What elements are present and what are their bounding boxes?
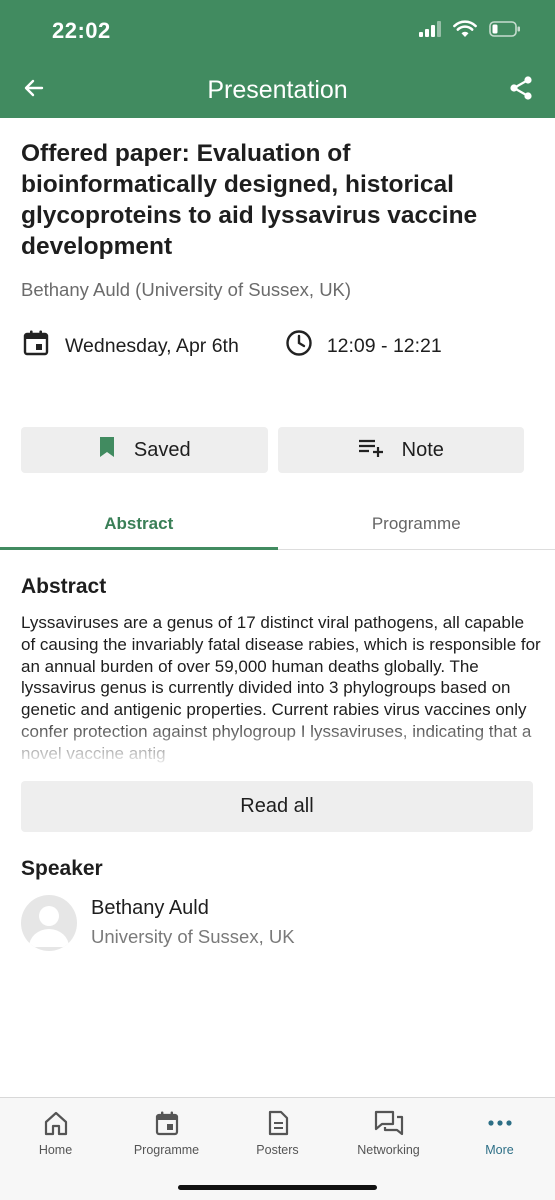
more-icon [487, 1110, 513, 1143]
calendar-icon [154, 1110, 180, 1143]
nav-programme-label: Programme [133, 1143, 200, 1157]
home-indicator[interactable] [178, 1185, 377, 1190]
saved-label: Saved [133, 438, 191, 461]
nav-more-label: More [485, 1143, 514, 1157]
read-all-button[interactable]: Read all [21, 781, 533, 832]
nav-more[interactable]: More [444, 1098, 555, 1160]
presentation-authors: Bethany Auld (University of Sussex, UK) [21, 279, 352, 300]
page-title: Presentation [207, 76, 348, 104]
nav-posters-label: Posters [256, 1143, 299, 1157]
speaker-name: Bethany Auld [91, 897, 209, 919]
presentation-schedule: Wednesday, Apr 6th 12:09 - 12:21 [21, 328, 442, 364]
speaker-affiliation: University of Sussex, UK [91, 926, 295, 947]
calendar-icon [21, 328, 65, 364]
detail-tabs: Abstract Programme [0, 498, 555, 550]
app-header: Presentation [0, 62, 555, 118]
nav-home-label: Home [38, 1143, 73, 1157]
tab-abstract[interactable]: Abstract [0, 498, 278, 550]
note-button[interactable]: Note [277, 427, 524, 473]
speaker-card[interactable]: Bethany Auld University of Sussex, UK [21, 895, 295, 951]
presentation-title: Offered paper: Evaluation of bioinformat… [21, 140, 478, 260]
cellular-signal-icon [419, 21, 441, 42]
speaker-heading: Speaker [21, 857, 103, 880]
nav-programme[interactable]: Programme [111, 1098, 222, 1160]
nav-home[interactable]: Home [0, 1098, 111, 1160]
bottom-nav: Home Programme Posters Networking More [0, 1097, 555, 1200]
nav-networking-label: Networking [357, 1143, 420, 1157]
document-icon [266, 1110, 290, 1143]
status-time: 22:02 [52, 18, 111, 43]
battery-icon [489, 21, 521, 42]
tab-programme[interactable]: Programme [278, 498, 555, 549]
nav-posters[interactable]: Posters [222, 1098, 333, 1160]
status-icons [419, 20, 521, 43]
speaker-info: Bethany Auld University of Sussex, UK [91, 897, 295, 948]
presentation-time: 12:09 - 12:21 [285, 329, 442, 363]
chat-icon [374, 1110, 404, 1143]
nav-networking[interactable]: Networking [333, 1098, 444, 1160]
top-bar: 22:02 Presentation [0, 0, 555, 118]
time-label: 12:09 - 12:21 [326, 334, 442, 357]
bookmark-icon [98, 436, 134, 464]
share-icon [508, 75, 534, 106]
saved-button[interactable]: Saved [21, 427, 268, 473]
share-button[interactable] [503, 72, 539, 108]
action-row: Saved Note [21, 427, 524, 473]
home-icon [42, 1110, 70, 1143]
abstract-heading: Abstract [21, 575, 107, 598]
presentation-date: Wednesday, Apr 6th [21, 328, 239, 364]
add-note-icon [358, 436, 402, 464]
wifi-icon [453, 20, 477, 43]
date-label: Wednesday, Apr 6th [65, 334, 239, 357]
person-placeholder-icon [29, 906, 69, 947]
abstract-fade [21, 716, 541, 764]
avatar [21, 895, 77, 951]
clock-icon [285, 329, 327, 363]
note-label: Note [401, 438, 444, 461]
abstract-body: Lyssaviruses are a genus of 17 distinct … [21, 612, 541, 764]
